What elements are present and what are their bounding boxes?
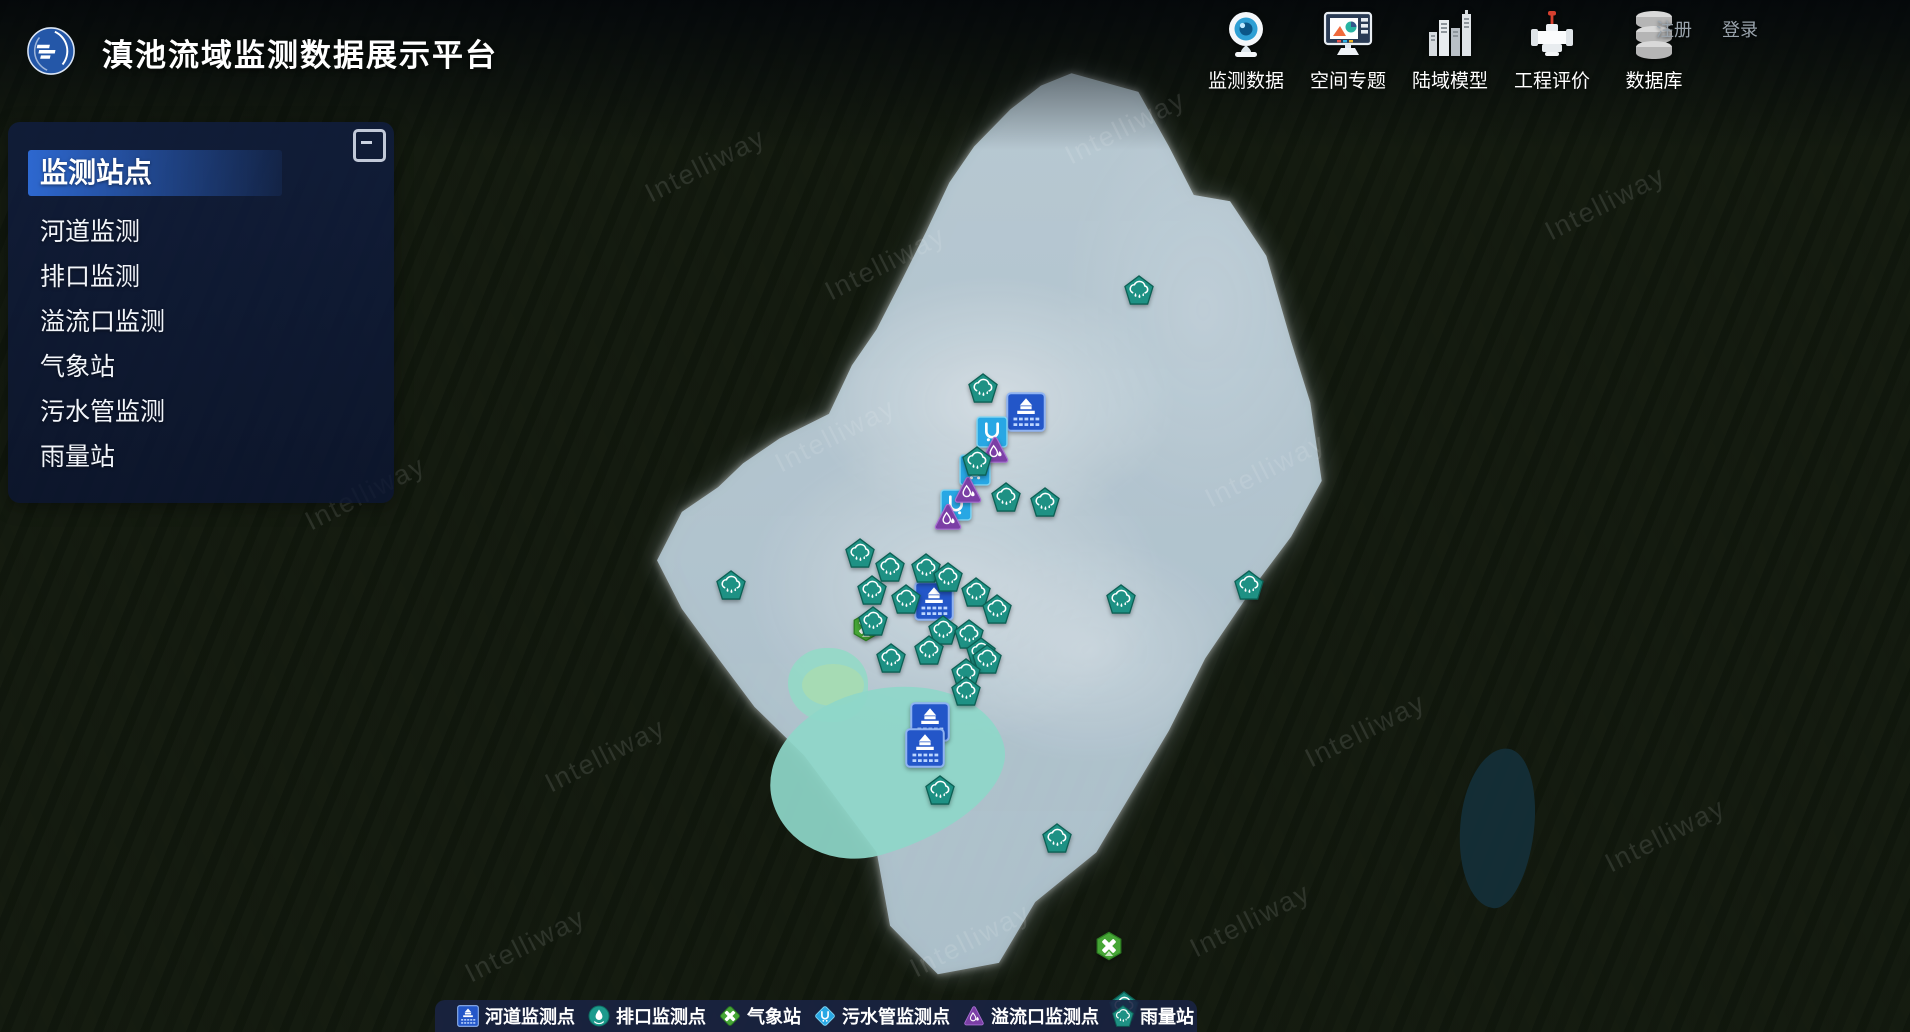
legend-item-overflow: 溢流口监测点 bbox=[963, 1003, 1099, 1029]
webcam-icon bbox=[1220, 47, 1272, 64]
rain-marker[interactable] bbox=[1234, 570, 1264, 600]
auth-links: 注册 登录 bbox=[1656, 16, 1758, 42]
rain-marker[interactable] bbox=[982, 594, 1012, 624]
nav-item-2[interactable]: 陆域模型 bbox=[1407, 8, 1493, 93]
panel-minimize-button[interactable] bbox=[353, 129, 386, 162]
nav-item-1[interactable]: 空间专题 bbox=[1305, 8, 1391, 93]
rain-marker[interactable] bbox=[925, 775, 955, 805]
page-title: 滇池流域监测数据展示平台 bbox=[102, 30, 498, 75]
sidebar-item-3[interactable]: 气象站 bbox=[40, 345, 394, 390]
rain-marker[interactable] bbox=[951, 676, 981, 706]
rain-marker[interactable] bbox=[933, 562, 963, 592]
sewage-legend-icon bbox=[814, 1005, 836, 1027]
rain-marker[interactable] bbox=[1042, 823, 1072, 853]
legend-item-sewage: 污水管监测点 bbox=[814, 1003, 950, 1029]
sidebar-item-label: 河道监测 bbox=[40, 218, 140, 246]
sidebar-item-label: 排口监测 bbox=[40, 263, 140, 291]
sidebar-item-label: 雨量站 bbox=[40, 443, 115, 471]
sidebar-item-5[interactable]: 雨量站 bbox=[40, 435, 394, 480]
legend-item-label: 溢流口监测点 bbox=[991, 1003, 1099, 1029]
rain-marker[interactable] bbox=[857, 575, 887, 605]
sidebar-item-label: 污水管监测 bbox=[40, 398, 165, 426]
sidebar-item-1[interactable]: 排口监测 bbox=[40, 255, 394, 300]
register-link[interactable]: 注册 bbox=[1656, 16, 1692, 42]
nav-item-label: 数据库 bbox=[1611, 66, 1697, 93]
sidebar-menu: 河道监测排口监测溢流口监测气象站污水管监测雨量站 bbox=[40, 210, 394, 480]
nav-item-0[interactable]: 监测数据 bbox=[1203, 8, 1289, 93]
rain-marker[interactable] bbox=[1030, 487, 1060, 517]
legend-item-label: 河道监测点 bbox=[485, 1003, 575, 1029]
panel-title[interactable]: 监测站点 bbox=[28, 150, 282, 196]
map-legend-bar: 河道监测点 排口监测点 气象站 污水管监测点 溢流口监测点 雨量站 bbox=[435, 1000, 1197, 1032]
rain-marker[interactable] bbox=[716, 570, 746, 600]
rain-marker[interactable] bbox=[968, 373, 998, 403]
database-icon bbox=[1628, 47, 1680, 64]
overflow-marker[interactable] bbox=[933, 502, 963, 532]
rain-marker[interactable] bbox=[962, 446, 992, 476]
rain-marker[interactable] bbox=[876, 643, 906, 673]
rain-legend-icon bbox=[1112, 1005, 1134, 1027]
overflow-marker[interactable] bbox=[953, 475, 983, 505]
legend-item-river: 河道监测点 bbox=[457, 1003, 575, 1029]
river-legend-icon bbox=[457, 1005, 479, 1027]
legend-item-label: 雨量站 bbox=[1140, 1003, 1194, 1029]
login-link[interactable]: 登录 bbox=[1722, 16, 1758, 42]
sidebar-item-0[interactable]: 河道监测 bbox=[40, 210, 394, 255]
nav-item-label: 陆域模型 bbox=[1407, 66, 1493, 93]
legend-item-label: 气象站 bbox=[747, 1003, 801, 1029]
river-marker[interactable] bbox=[905, 728, 945, 768]
weather-legend-icon bbox=[719, 1005, 741, 1027]
rain-marker[interactable] bbox=[1106, 584, 1136, 614]
nav-item-label: 工程评价 bbox=[1509, 66, 1595, 93]
sidebar-item-4[interactable]: 污水管监测 bbox=[40, 390, 394, 435]
nav-item-label: 空间专题 bbox=[1305, 66, 1391, 93]
outlet-legend-icon bbox=[588, 1005, 610, 1027]
nav-item-3[interactable]: 工程评价 bbox=[1509, 8, 1595, 93]
sidebar-item-label: 溢流口监测 bbox=[40, 308, 165, 336]
rain-marker[interactable] bbox=[914, 635, 944, 665]
rain-marker[interactable] bbox=[891, 584, 921, 614]
top-nav: 监测数据空间专题陆域模型工程评价数据库 bbox=[1203, 8, 1697, 93]
legend-item-outlet: 排口监测点 bbox=[588, 1003, 706, 1029]
legend-item-rain: 雨量站 bbox=[1112, 1003, 1194, 1029]
legend-item-label: 排口监测点 bbox=[616, 1003, 706, 1029]
rain-marker[interactable] bbox=[845, 538, 875, 568]
monitoring-stations-panel: 监测站点 河道监测排口监测溢流口监测气象站污水管监测雨量站 bbox=[8, 122, 394, 503]
legend-item-weather: 气象站 bbox=[719, 1003, 801, 1029]
rain-marker[interactable] bbox=[991, 482, 1021, 512]
weather-marker[interactable] bbox=[1094, 932, 1123, 961]
river-marker[interactable] bbox=[1006, 392, 1046, 432]
overflow-legend-icon bbox=[963, 1005, 985, 1027]
city-buildings-icon bbox=[1424, 47, 1476, 64]
legend-item-label: 污水管监测点 bbox=[842, 1003, 950, 1029]
nav-item-label: 监测数据 bbox=[1203, 66, 1289, 93]
rain-marker[interactable] bbox=[858, 606, 888, 636]
rain-marker[interactable] bbox=[1124, 275, 1154, 305]
pipe-valve-icon bbox=[1526, 47, 1578, 64]
app-window: IntelliwayIntelliwayIntelliwayIntelliway… bbox=[0, 0, 1910, 1032]
sidebar-item-2[interactable]: 溢流口监测 bbox=[40, 300, 394, 345]
monitor-chart-icon bbox=[1322, 47, 1374, 64]
sidebar-item-label: 气象站 bbox=[40, 353, 115, 381]
platform-logo[interactable] bbox=[26, 26, 76, 76]
